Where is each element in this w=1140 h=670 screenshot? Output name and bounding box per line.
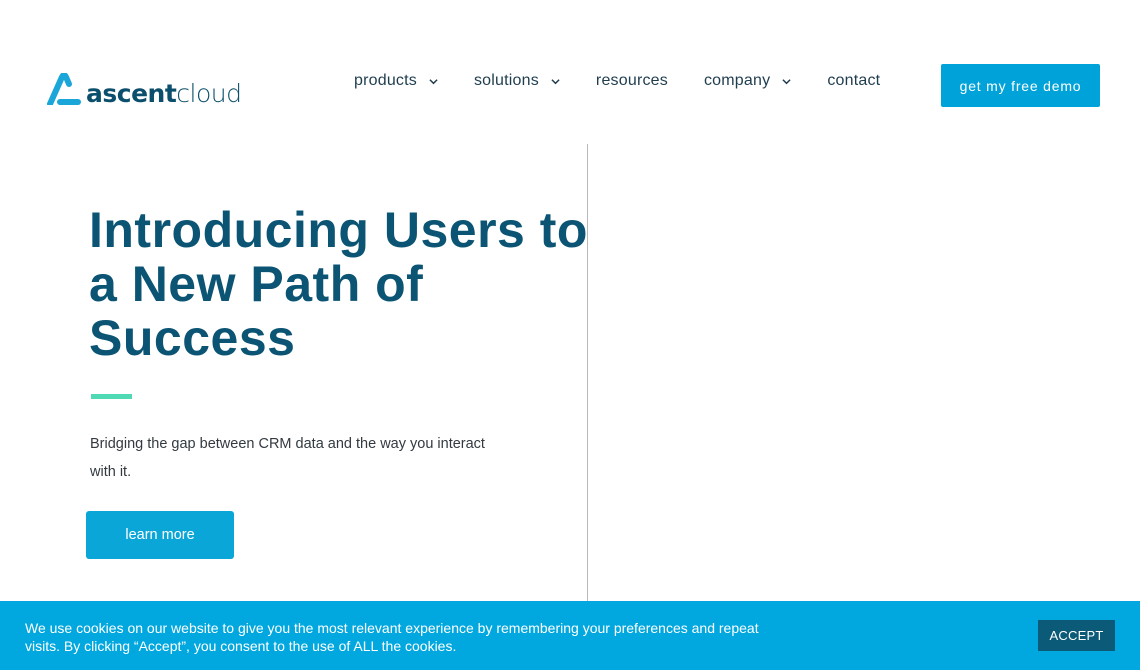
logo-text-cloud: cloud bbox=[176, 79, 242, 108]
logo[interactable]: ascentcloud bbox=[46, 73, 242, 108]
learn-more-button[interactable]: learn more bbox=[86, 511, 234, 559]
nav-item-label: company bbox=[703, 72, 771, 89]
hero-title: Introducing Users to a New Path of Succe… bbox=[89, 202, 588, 366]
hero-subtitle: Bridging the gap between CRM data and th… bbox=[90, 436, 485, 480]
nav-item-label: solutions bbox=[473, 72, 539, 89]
logo-text-ascent: ascent bbox=[86, 79, 177, 108]
nav-item-company[interactable]: company bbox=[704, 72, 791, 90]
nav-item-label: contact bbox=[827, 72, 881, 89]
main-nav: products solutions resources company con… bbox=[354, 72, 880, 90]
nav-item-label: products bbox=[354, 72, 417, 89]
get-free-demo-button[interactable]: get my free demo bbox=[941, 64, 1100, 107]
nav-item-solutions[interactable]: solutions bbox=[474, 72, 560, 90]
chevron-down-icon bbox=[551, 78, 560, 84]
nav-item-label: resources bbox=[595, 72, 668, 89]
chevron-down-icon bbox=[429, 78, 438, 84]
accept-cookies-button[interactable]: ACCEPT bbox=[1038, 620, 1115, 651]
logo-text: ascentcloud bbox=[86, 79, 242, 108]
nav-item-resources[interactable]: resources bbox=[596, 72, 668, 90]
cookie-text: We use cookies on our website to give yo… bbox=[25, 620, 759, 654]
cookie-banner: We use cookies on our website to give yo… bbox=[0, 601, 1140, 670]
accent-bar bbox=[91, 394, 132, 399]
nav-item-contact[interactable]: contact bbox=[827, 72, 880, 90]
chevron-down-icon bbox=[782, 78, 791, 84]
ascent-mountain-icon bbox=[46, 73, 82, 105]
nav-item-products[interactable]: products bbox=[354, 72, 438, 90]
